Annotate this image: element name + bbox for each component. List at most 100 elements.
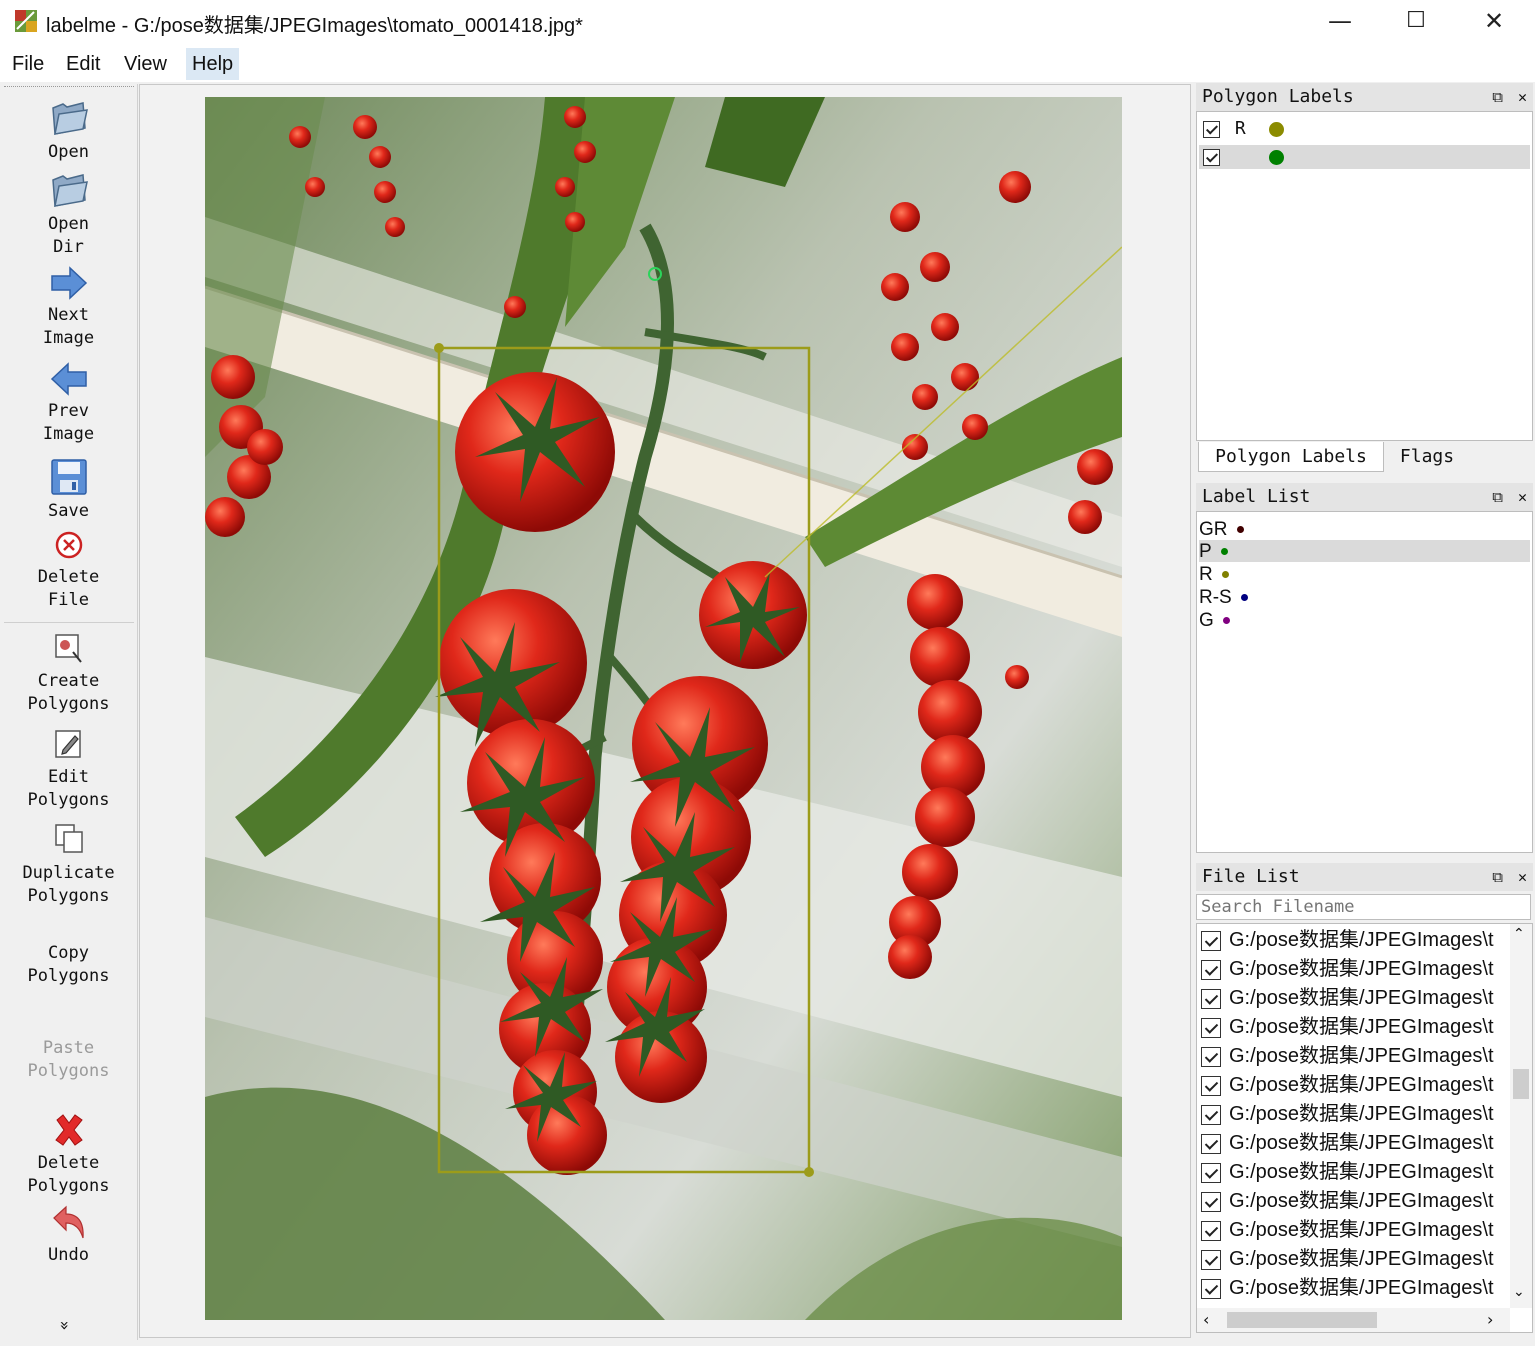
checkbox[interactable] bbox=[1203, 120, 1220, 138]
checkbox[interactable] bbox=[1201, 1075, 1221, 1096]
vertical-scrollbar[interactable]: ⌃ ⌄ bbox=[1510, 924, 1532, 1308]
close-window-button[interactable]: ✕ bbox=[1466, 4, 1522, 38]
duplicate-polygons-button[interactable]: Duplicate Polygons bbox=[0, 822, 137, 912]
dock-close-icon[interactable]: ✕ bbox=[1518, 488, 1527, 506]
bbox-corner-handle[interactable] bbox=[434, 343, 444, 353]
file-list-item[interactable]: G:/pose数据集/JPEGImages\t bbox=[1199, 1071, 1494, 1100]
maximize-button[interactable]: ☐ bbox=[1388, 4, 1444, 38]
delete-file-button[interactable]: Delete File bbox=[0, 530, 137, 618]
label-list[interactable]: GR P R R-S G bbox=[1196, 511, 1533, 853]
dock-close-icon[interactable]: ✕ bbox=[1518, 88, 1527, 106]
checkbox[interactable] bbox=[1201, 1017, 1221, 1038]
scroll-up-icon[interactable]: ⌃ bbox=[1513, 926, 1525, 942]
paste-polygons-button[interactable]: Paste Polygons bbox=[0, 1037, 137, 1087]
edit-polygons-button[interactable]: Edit Polygons bbox=[0, 728, 137, 818]
copy-polygons-label: Copy Polygons bbox=[27, 943, 110, 986]
checkbox[interactable] bbox=[1201, 1249, 1221, 1270]
toolbar-extension-button[interactable]: » bbox=[55, 1321, 74, 1331]
prev-image-button[interactable]: Prev Image bbox=[0, 362, 137, 452]
delete-polygons-button[interactable]: Delete Polygons bbox=[0, 1112, 137, 1202]
create-polygons-button[interactable]: Create Polygons bbox=[0, 632, 137, 722]
file-list-item[interactable]: G:/pose数据集/JPEGImages\t bbox=[1199, 1042, 1494, 1071]
menu-help[interactable]: Help bbox=[186, 48, 240, 80]
dock-close-icon[interactable]: ✕ bbox=[1518, 868, 1527, 886]
file-list-item[interactable]: G:/pose数据集/JPEGImages\t bbox=[1199, 1100, 1494, 1129]
file-list-title: File List bbox=[1202, 866, 1300, 887]
dock-float-icon[interactable]: ⧉ bbox=[1492, 488, 1503, 506]
edit-polygons-label: Edit Polygons bbox=[27, 767, 110, 810]
horizontal-scrollbar[interactable]: ‹ › bbox=[1197, 1308, 1510, 1332]
next-image-button[interactable]: Next Image bbox=[0, 266, 137, 356]
file-list-item[interactable]: G:/pose数据集/JPEGImages\t bbox=[1199, 1274, 1494, 1303]
label-list-title: Label List bbox=[1202, 486, 1311, 507]
tab-polygon-labels[interactable]: Polygon Labels bbox=[1198, 442, 1384, 472]
paste-polygons-label: Paste Polygons bbox=[27, 1038, 110, 1081]
scrollbar-thumb[interactable] bbox=[1513, 1069, 1529, 1099]
scroll-down-icon[interactable]: ⌄ bbox=[1513, 1284, 1525, 1300]
checkbox[interactable] bbox=[1201, 1133, 1221, 1154]
file-list-item[interactable]: G:/pose数据集/JPEGImages\t bbox=[1199, 1245, 1494, 1274]
search-filename-input[interactable] bbox=[1196, 894, 1531, 920]
edit-pencil-icon bbox=[54, 730, 81, 758]
duplicate-icon bbox=[54, 824, 83, 853]
dock-float-icon[interactable]: ⧉ bbox=[1492, 868, 1503, 886]
tab-flags[interactable]: Flags bbox=[1384, 442, 1470, 472]
label-color-dot bbox=[1268, 149, 1284, 165]
undo-label: Undo bbox=[48, 1245, 89, 1265]
label-color-dot bbox=[1223, 617, 1231, 625]
file-list[interactable]: G:/pose数据集/JPEGImages\t G:/pose数据集/JPEGI… bbox=[1196, 923, 1533, 1333]
open-dir-button[interactable]: Open Dir bbox=[0, 170, 137, 260]
scroll-right-icon[interactable]: › bbox=[1487, 1310, 1493, 1329]
minimize-button[interactable]: — bbox=[1312, 4, 1368, 38]
file-list-item[interactable]: G:/pose数据集/JPEGImages\t bbox=[1199, 1129, 1494, 1158]
menu-bar: File Edit View Help bbox=[0, 42, 1535, 82]
label-list-item[interactable]: GR bbox=[1199, 519, 1244, 541]
menu-file[interactable]: File bbox=[6, 48, 50, 80]
dock-float-icon[interactable]: ⧉ bbox=[1492, 88, 1503, 106]
label-list-item[interactable]: R bbox=[1199, 564, 1230, 586]
checkbox[interactable] bbox=[1201, 1162, 1221, 1183]
scrollbar-thumb[interactable] bbox=[1227, 1312, 1377, 1328]
open-button[interactable]: Open bbox=[0, 98, 137, 166]
label-list-item[interactable]: G bbox=[1199, 610, 1231, 632]
polygon-labels-list[interactable]: R P bbox=[1196, 111, 1533, 441]
polygon-label-item[interactable]: R bbox=[1203, 118, 1284, 140]
dock-tab-bar: Polygon Labels Flags bbox=[1196, 442, 1533, 472]
label-list-item[interactable]: P bbox=[1199, 541, 1228, 563]
checkbox[interactable] bbox=[1201, 1220, 1221, 1241]
checkbox[interactable] bbox=[1201, 930, 1221, 951]
folder-open-icon bbox=[51, 102, 88, 135]
menu-view[interactable]: View bbox=[118, 48, 173, 80]
create-polygon-icon bbox=[54, 634, 82, 663]
label-list-item[interactable]: R-S bbox=[1199, 587, 1249, 609]
file-list-item[interactable]: G:/pose数据集/JPEGImages\t bbox=[1199, 1158, 1494, 1187]
label-color-dot bbox=[1236, 526, 1244, 534]
menu-edit[interactable]: Edit bbox=[60, 48, 106, 80]
delete-circle-icon bbox=[55, 531, 82, 559]
undo-button[interactable]: Undo bbox=[0, 1204, 137, 1270]
file-list-item[interactable]: G:/pose数据集/JPEGImages\t bbox=[1199, 984, 1494, 1013]
checkbox[interactable] bbox=[1201, 1046, 1221, 1067]
polygon-labels-title: Polygon Labels bbox=[1202, 86, 1354, 107]
tomato-photo[interactable] bbox=[205, 97, 1122, 1320]
toolbar-grip[interactable] bbox=[4, 86, 134, 91]
file-list-item[interactable]: G:/pose数据集/JPEGImages\t bbox=[1199, 1013, 1494, 1042]
checkbox[interactable] bbox=[1201, 1191, 1221, 1212]
file-list-item[interactable]: G:/pose数据集/JPEGImages\t bbox=[1199, 955, 1494, 984]
checkbox[interactable] bbox=[1201, 959, 1221, 980]
checkbox[interactable] bbox=[1201, 988, 1221, 1009]
label-color-dot bbox=[1268, 121, 1284, 137]
bbox-corner-handle[interactable] bbox=[804, 1167, 814, 1177]
file-list-item[interactable]: G:/pose数据集/JPEGImages\t bbox=[1199, 1216, 1494, 1245]
checkbox[interactable] bbox=[1203, 148, 1220, 166]
duplicate-polygons-label: Duplicate Polygons bbox=[22, 863, 115, 906]
checkbox[interactable] bbox=[1201, 1104, 1221, 1125]
save-button[interactable]: Save bbox=[0, 458, 137, 522]
file-list-item[interactable]: G:/pose数据集/JPEGImages\t bbox=[1199, 1187, 1494, 1216]
checkbox[interactable] bbox=[1201, 1278, 1221, 1299]
copy-polygons-button[interactable]: Copy Polygons bbox=[0, 942, 137, 992]
scroll-left-icon[interactable]: ‹ bbox=[1203, 1310, 1209, 1329]
file-list-item[interactable]: G:/pose数据集/JPEGImages\t bbox=[1199, 926, 1494, 955]
arrow-right-icon bbox=[50, 266, 87, 300]
polygon-label-item-selected[interactable]: P bbox=[1203, 146, 1284, 168]
